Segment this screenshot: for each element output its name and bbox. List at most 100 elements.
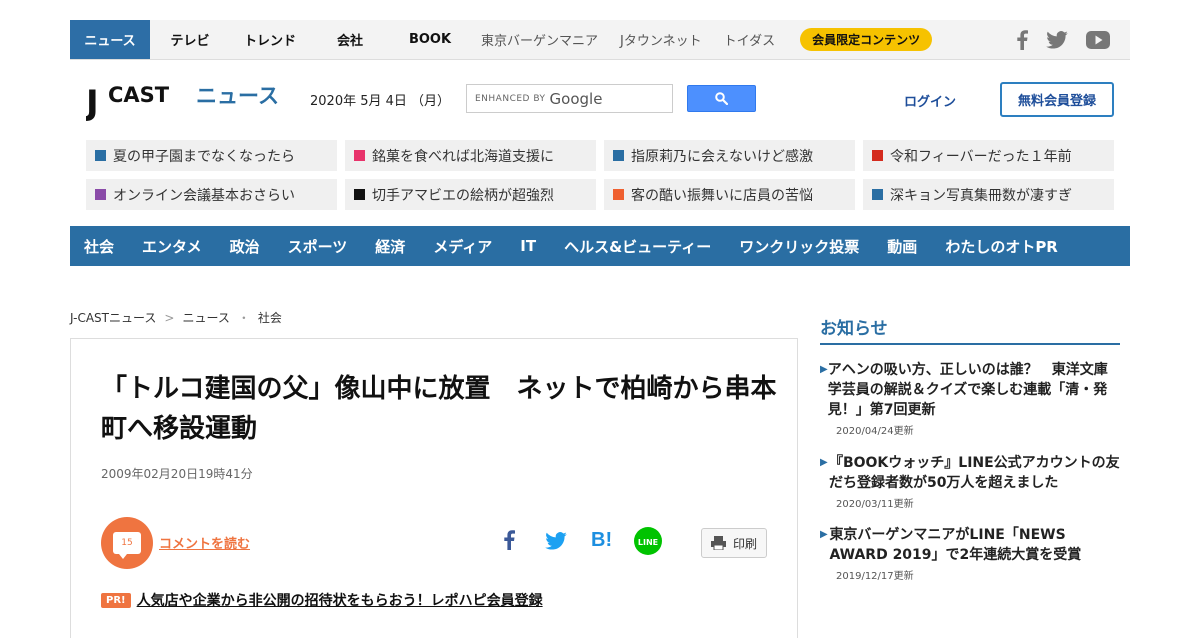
current-date: 2020年 5月 4日 （月） — [310, 94, 451, 109]
line-icon-label: LINE — [638, 538, 658, 547]
tag-label: 客の酷い振舞いに店員の苦悩 — [631, 187, 813, 204]
search-button[interactable] — [687, 85, 756, 112]
trending-tag[interactable]: 切手アマビエの絵柄が超強烈 — [345, 179, 596, 210]
topnav-toidas[interactable]: トイダス — [713, 20, 786, 59]
arrow-right-icon: ▶ — [820, 457, 828, 468]
trending-tag[interactable]: 銘菓を食べれば北海道支援に — [345, 140, 596, 171]
jcast-news-logo[interactable]: J CAST ニュース — [84, 80, 286, 123]
facebook-share-icon[interactable] — [503, 529, 515, 555]
tag-color-square — [95, 189, 106, 200]
topnav-book[interactable]: BOOK — [390, 20, 470, 59]
topnav-trend[interactable]: トレンド — [230, 20, 310, 59]
twitter-share-icon[interactable] — [545, 532, 567, 554]
notice-date: 2020/04/24更新 — [836, 426, 914, 437]
tag-label: 銘菓を食べれば北海道支援に — [372, 148, 554, 165]
notice-date: 2020/03/11更新 — [836, 499, 914, 510]
tag-color-square — [354, 150, 365, 161]
pr-link[interactable]: 人気店や企業から非公開の招待状をもらおう！レポハピ会員登録 — [137, 590, 543, 610]
social-links — [1016, 20, 1110, 59]
tag-label: 令和フィーバーだった１年前 — [890, 148, 1072, 165]
pr-banner: PR! 人気店や企業から非公開の招待状をもらおう！レポハピ会員登録 — [101, 590, 543, 610]
comment-icon: 15 — [113, 532, 141, 559]
arrow-right-icon: ▶ — [820, 364, 828, 375]
breadcrumb-home[interactable]: J-CASTニュース — [70, 309, 156, 326]
comment-count: 15 — [121, 538, 133, 548]
tag-color-square — [613, 150, 624, 161]
category-video[interactable]: 動画 — [887, 236, 917, 257]
category-oneclick-vote[interactable]: ワンクリック投票 — [739, 236, 859, 257]
topnav-news[interactable]: ニュース — [70, 20, 150, 59]
article-timestamp: 2009年02月20日19時41分 — [101, 467, 253, 481]
tag-color-square — [872, 189, 883, 200]
sidebar-title-rule — [820, 343, 1120, 345]
category-sports[interactable]: スポーツ — [288, 236, 348, 257]
category-watashi-no-oto[interactable]: わたしのオトPR — [945, 236, 1058, 257]
category-health-beauty[interactable]: ヘルス&ビューティー — [564, 236, 711, 257]
tag-label: 深キョン写真集冊数が凄すぎ — [890, 187, 1072, 204]
notice-title[interactable]: アヘンの吸い方、正しいのは誰？ 東洋文庫学芸員の解説＆クイズで楽しむ連載「清・発… — [828, 360, 1120, 420]
article-card: 「トルコ建国の父」像山中に放置 ネットで柏崎から串本町へ移設運動 2009年02… — [70, 338, 798, 638]
member-content-pill[interactable]: 会員限定コンテンツ — [800, 28, 933, 51]
trending-tag[interactable]: 客の酷い振舞いに店員の苦悩 — [604, 179, 855, 210]
facebook-icon[interactable] — [1016, 29, 1028, 50]
tag-label: 切手アマビエの絵柄が超強烈 — [372, 187, 554, 204]
youtube-icon[interactable] — [1086, 30, 1110, 49]
trending-tag[interactable]: オンライン会議基本おさらい — [86, 179, 337, 210]
tag-label: 夏の甲子園までなくなったら — [113, 148, 295, 165]
search-icon — [715, 92, 728, 105]
search-enhanced-label: ENHANCED BY — [475, 93, 546, 104]
tag-color-square — [95, 150, 106, 161]
arrow-right-icon: ▶ — [820, 529, 828, 540]
breadcrumb-category[interactable]: 社会 — [258, 309, 282, 326]
free-register-button[interactable]: 無料会員登録 — [1000, 82, 1114, 117]
trending-tag[interactable]: 深キョン写真集冊数が凄すぎ — [863, 179, 1114, 210]
topnav-bargain-mania[interactable]: 東京バーゲンマニア — [470, 20, 609, 59]
notice-date: 2019/12/17更新 — [836, 571, 914, 582]
trending-tag[interactable]: 夏の甲子園までなくなったら — [86, 140, 337, 171]
logo-cast: CAST — [108, 83, 170, 107]
notice-item[interactable]: ▶ 『BOOKウォッチ』LINE公式アカウントの友だち登録者数が50万人を超えまし… — [820, 453, 1120, 510]
notice-item[interactable]: ▶ 東京バーゲンマニアがLINE「NEWS AWARD 2019」で2年連続大賞を… — [820, 525, 1120, 582]
logo-j: J — [86, 83, 99, 122]
line-share-icon[interactable]: LINE — [633, 526, 663, 560]
search-input[interactable]: ENHANCED BY Google — [466, 84, 673, 113]
tag-color-square — [613, 189, 624, 200]
category-politics[interactable]: 政治 — [230, 236, 260, 257]
twitter-icon[interactable] — [1046, 30, 1068, 49]
trending-tags: 夏の甲子園までなくなったら 銘菓を食べれば北海道支援に 指原莉乃に会えないけど感… — [86, 140, 1114, 210]
category-society[interactable]: 社会 — [84, 236, 114, 257]
trending-tag[interactable]: 令和フィーバーだった１年前 — [863, 140, 1114, 171]
top-bar: ニュース テレビ トレンド 会社 BOOK 東京バーゲンマニア Jタウンネット … — [70, 20, 1130, 60]
category-media[interactable]: メディア — [433, 236, 492, 257]
tag-label: オンライン会議基本おさらい — [113, 187, 295, 204]
google-wordmark: Google — [549, 89, 603, 108]
article-headline: 「トルコ建国の父」像山中に放置 ネットで柏崎から串本町へ移設運動 — [101, 374, 777, 444]
login-link[interactable]: ログイン — [904, 91, 956, 110]
sidebar-title: お知らせ — [820, 319, 888, 339]
category-nav: 社会 エンタメ 政治 スポーツ 経済 メディア IT ヘルス&ビューティー ワン… — [70, 226, 1130, 266]
category-it[interactable]: IT — [520, 237, 536, 255]
notice-title[interactable]: 『BOOKウォッチ』LINE公式アカウントの友だち登録者数が50万人を超えました — [829, 453, 1120, 493]
topnav-tv[interactable]: テレビ — [150, 20, 230, 59]
breadcrumb-separator: > — [164, 310, 175, 325]
pr-badge: PR! — [101, 592, 131, 608]
breadcrumb-news[interactable]: ニュース — [182, 309, 229, 326]
print-label: 印刷 — [732, 536, 757, 551]
tag-color-square — [354, 189, 365, 200]
notice-title[interactable]: 東京バーゲンマニアがLINE「NEWS AWARD 2019」で2年連続大賞を受… — [829, 525, 1120, 565]
topnav-company[interactable]: 会社 — [310, 20, 390, 59]
trending-tag[interactable]: 指原莉乃に会えないけど感激 — [604, 140, 855, 171]
category-economy[interactable]: 経済 — [375, 236, 405, 257]
breadcrumb-separator: ・ — [237, 311, 250, 325]
hatena-bookmark-icon[interactable]: B! — [591, 529, 612, 552]
category-entertainment[interactable]: エンタメ — [142, 236, 202, 257]
print-button[interactable]: 印刷 — [701, 528, 767, 558]
breadcrumb: J-CASTニュース > ニュース ・ 社会 — [70, 309, 282, 326]
printer-icon — [710, 536, 726, 550]
read-comments-link[interactable]: コメントを読む — [159, 533, 250, 552]
comment-count-badge[interactable]: 15 — [101, 517, 153, 569]
top-nav: ニュース テレビ トレンド 会社 BOOK 東京バーゲンマニア Jタウンネット … — [70, 20, 933, 59]
notice-item[interactable]: ▶ アヘンの吸い方、正しいのは誰？ 東洋文庫学芸員の解説＆クイズで楽しむ連載「清・… — [820, 360, 1120, 437]
topnav-jtown[interactable]: Jタウンネット — [609, 20, 713, 59]
logo-news: ニュース — [196, 84, 279, 108]
